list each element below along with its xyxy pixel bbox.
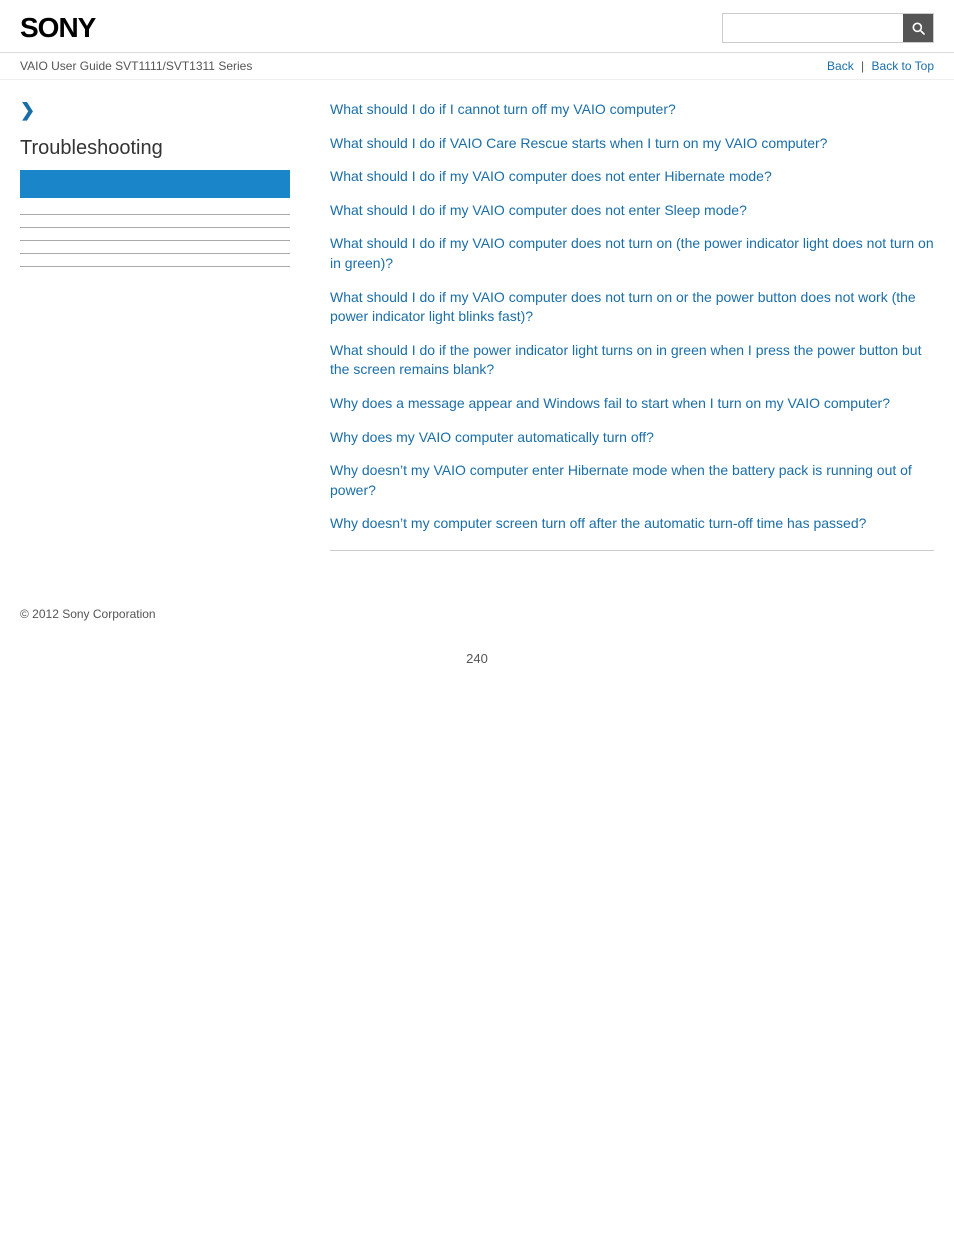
copyright-text: © 2012 Sony Corporation	[20, 607, 156, 621]
content-divider	[330, 550, 934, 551]
content-link-6[interactable]: What should I do if the power indicator …	[330, 342, 921, 378]
list-item: What should I do if my VAIO computer doe…	[330, 288, 934, 327]
nav-bar: VAIO User Guide SVT1111/SVT1311 Series B…	[0, 53, 954, 80]
list-item: What should I do if I cannot turn off my…	[330, 100, 934, 120]
sidebar-title: Troubleshooting	[20, 137, 290, 160]
nav-separator: |	[861, 59, 864, 73]
nav-links: Back | Back to Top	[827, 59, 934, 73]
list-item: Why does a message appear and Windows fa…	[330, 394, 934, 414]
sidebar-highlight-bar	[20, 170, 290, 198]
search-box	[722, 13, 934, 43]
content-links-list: What should I do if I cannot turn off my…	[330, 100, 934, 534]
content-link-4[interactable]: What should I do if my VAIO computer doe…	[330, 235, 934, 271]
search-icon	[910, 20, 926, 36]
list-item: What should I do if my VAIO computer doe…	[330, 234, 934, 273]
content-link-8[interactable]: Why does my VAIO computer automatically …	[330, 429, 654, 445]
list-item: What should I do if the power indicator …	[330, 341, 934, 380]
list-item: What should I do if my VAIO computer doe…	[330, 167, 934, 187]
content-link-7[interactable]: Why does a message appear and Windows fa…	[330, 395, 890, 411]
guide-title: VAIO User Guide SVT1111/SVT1311 Series	[20, 59, 252, 73]
page-number: 240	[0, 641, 954, 676]
sony-logo: SONY	[20, 12, 95, 44]
list-item: What should I do if VAIO Care Rescue sta…	[330, 134, 934, 154]
content-link-0[interactable]: What should I do if I cannot turn off my…	[330, 101, 676, 117]
list-item: What should I do if my VAIO computer doe…	[330, 201, 934, 221]
main-content: ❯ Troubleshooting What should I do if I …	[0, 80, 954, 587]
sidebar-divider-3	[20, 240, 290, 241]
sidebar-divider-5	[20, 266, 290, 267]
expand-icon[interactable]: ❯	[20, 100, 290, 121]
sidebar: ❯ Troubleshooting	[20, 100, 310, 567]
back-link[interactable]: Back	[827, 59, 854, 73]
list-item: Why doesn’t my computer screen turn off …	[330, 514, 934, 534]
content-link-2[interactable]: What should I do if my VAIO computer doe…	[330, 168, 772, 184]
content-link-1[interactable]: What should I do if VAIO Care Rescue sta…	[330, 135, 827, 151]
sidebar-divider-1	[20, 214, 290, 215]
content-link-9[interactable]: Why doesn’t my VAIO computer enter Hiber…	[330, 462, 912, 498]
sidebar-divider-2	[20, 227, 290, 228]
content-area: What should I do if I cannot turn off my…	[310, 100, 934, 567]
back-to-top-link[interactable]: Back to Top	[872, 59, 934, 73]
page-footer: © 2012 Sony Corporation	[0, 587, 954, 641]
sidebar-divider-4	[20, 253, 290, 254]
content-link-5[interactable]: What should I do if my VAIO computer doe…	[330, 289, 916, 325]
page-header: SONY	[0, 0, 954, 53]
search-input[interactable]	[723, 14, 903, 42]
content-link-10[interactable]: Why doesn’t my computer screen turn off …	[330, 515, 866, 531]
content-link-3[interactable]: What should I do if my VAIO computer doe…	[330, 202, 747, 218]
search-button[interactable]	[903, 14, 933, 42]
sidebar-links	[20, 214, 290, 267]
list-item: Why doesn’t my VAIO computer enter Hiber…	[330, 461, 934, 500]
list-item: Why does my VAIO computer automatically …	[330, 428, 934, 448]
